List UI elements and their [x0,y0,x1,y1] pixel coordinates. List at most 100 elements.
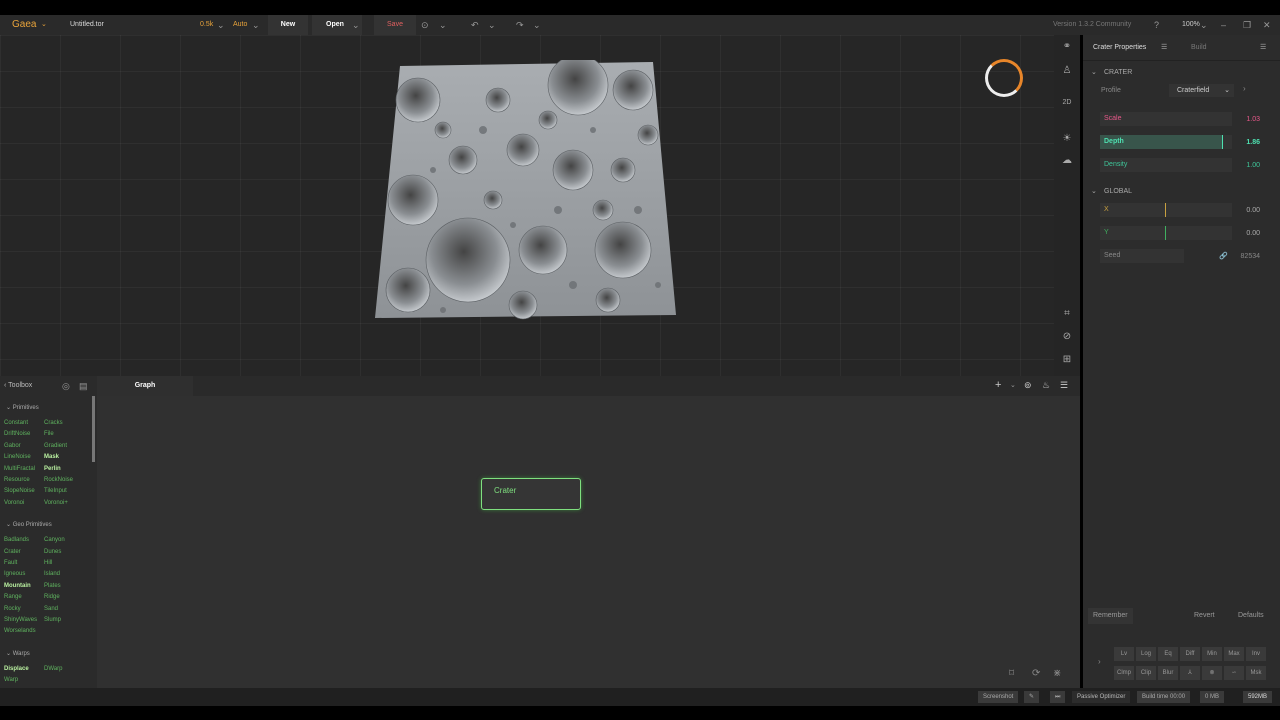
toolbox-node[interactable]: Worselands [4,628,36,634]
toolbox-node[interactable]: Canyon [44,537,65,543]
density-slider[interactable]: Density [1100,158,1232,172]
depth-value[interactable]: 1.86 [1246,139,1260,146]
toolbox-node[interactable]: Rocky [4,606,21,612]
modifier-button[interactable]: Blur [1158,666,1178,680]
toolbox-node[interactable]: Sand [44,606,58,612]
skip-icon[interactable]: ⏭ [1050,691,1066,703]
toolbox-node[interactable]: SlopeNoise [4,488,35,494]
stamp-icon[interactable]: ♙ [1054,65,1080,76]
menu-icon[interactable]: ☰ [1161,35,1167,61]
scale-value[interactable]: 1.03 [1246,116,1260,123]
chevron-down-icon[interactable]: ⌄ [352,15,360,35]
seed-field[interactable]: Seed [1100,249,1184,263]
modifier-button[interactable]: ∽ [1224,666,1244,680]
toolbox-node[interactable]: Igneous [4,571,25,577]
toolbox-node[interactable]: Mountain [4,583,31,589]
fit-view-icon[interactable]: ⌑ [1009,668,1014,679]
minimize-icon[interactable]: – [1221,15,1226,35]
toolbox-node[interactable]: Warp [4,677,18,683]
toolbox-node[interactable]: Constant [4,420,28,426]
2d-toggle[interactable]: 2D [1054,99,1080,106]
chevron-down-icon[interactable]: ⌄ [439,15,447,35]
toolbox-node[interactable]: RockNoise [44,477,73,483]
eye-icon[interactable]: ◎ [62,381,70,392]
link-icon[interactable]: ⚭ [1054,41,1080,52]
toolbox-node[interactable]: Range [4,594,22,600]
toolbox-node[interactable]: Mask [44,454,59,460]
chevron-down-icon[interactable]: ⌄ [41,15,47,35]
toolbox-node[interactable]: Badlands [4,537,29,543]
chevron-right-icon[interactable]: › [1098,657,1101,666]
modifier-button[interactable]: Log [1136,647,1156,661]
toolbox-node[interactable]: Crater [4,549,21,555]
modifier-button[interactable]: Diff [1180,647,1200,661]
depth-slider[interactable]: Depth [1100,135,1232,149]
toolbox-node[interactable]: Ridge [44,594,60,600]
3d-viewport[interactable] [0,35,1054,376]
link-icon[interactable]: 🔗 [1219,252,1228,260]
add-icon[interactable]: + [995,379,1001,391]
defaults-button[interactable]: Defaults [1233,608,1269,624]
new-button[interactable]: New [268,15,308,35]
compass-icon[interactable]: ⊘ [1054,331,1080,342]
modifier-button[interactable]: Min [1202,647,1222,661]
toolbox-node[interactable]: Gabor [4,443,21,449]
profile-select[interactable]: Craterfield ⌄ [1169,84,1234,97]
menu-icon[interactable]: ▤ [79,381,88,392]
toolbox-node[interactable]: Voronoi [4,500,24,506]
toolbox-category[interactable]: ⌄ Primitives [6,404,39,411]
close-icon[interactable]: ✕ [1263,15,1271,35]
seed-value[interactable]: 82534 [1241,253,1260,260]
remember-button[interactable]: Remember [1088,608,1133,624]
y-slider[interactable]: Y [1100,226,1232,240]
screenshot-button[interactable]: Screenshot [978,691,1019,703]
toolbox-node[interactable]: File [44,431,54,437]
toolbox-node[interactable]: Perlin [44,466,61,472]
scrollbar[interactable] [92,396,95,462]
chevron-down-icon[interactable]: ⌄ [252,15,260,35]
menu-icon[interactable]: ☰ [1260,35,1266,61]
grid-icon[interactable]: ⊞ [1054,354,1080,365]
chevron-down-icon[interactable]: ⌄ [217,15,225,35]
toolbox-node[interactable]: Gradient [44,443,67,449]
modifier-button[interactable]: ⅄ [1180,666,1200,680]
save-button[interactable]: Save [374,15,416,35]
modifier-button[interactable]: Lv [1114,647,1134,661]
revert-button[interactable]: Revert [1189,608,1220,624]
chevron-down-icon[interactable]: ⌄ [1010,381,1016,389]
help-icon[interactable]: ? [1154,15,1159,35]
toolbox-node[interactable]: Island [44,571,60,577]
tab-graph[interactable]: Graph [97,376,193,396]
scale-slider[interactable]: Scale [1100,112,1232,126]
tab-build[interactable]: Build [1191,35,1207,61]
toolbox-node[interactable]: Resource [4,477,30,483]
layout-icon[interactable]: ⋇ [1053,668,1061,679]
chevron-right-icon[interactable]: › [1243,84,1246,93]
toolbox-node[interactable]: Hill [44,560,52,566]
toolbox-header[interactable]: ‹ Toolbox [4,382,32,389]
toolbox-category[interactable]: ⌄ Warps [6,650,30,657]
app-logo[interactable]: Gaea [12,15,36,35]
passive-optimizer[interactable]: Passive Optimizer [1072,691,1131,703]
refresh-icon[interactable]: ⟳ [1032,668,1040,679]
toolbox-node[interactable]: TileInput [44,488,67,494]
redo-icon[interactable]: ↷ [516,15,524,35]
modifier-button[interactable]: Clip [1136,666,1156,680]
pencil-icon[interactable]: ✎ [1024,691,1040,703]
chevron-down-icon[interactable]: ⌄ [1200,15,1208,35]
fire-icon[interactable]: ♨ [1042,380,1050,391]
restore-icon[interactable]: ❐ [1243,15,1251,35]
modifier-button[interactable]: Inv [1246,647,1266,661]
toolbox-node[interactable]: Slump [44,617,61,623]
tab-crater-properties[interactable]: Crater Properties [1093,35,1146,61]
toolbox-node[interactable]: ShinyWaves [4,617,37,623]
modifier-button[interactable]: ⊗ [1202,666,1222,680]
undo-icon[interactable]: ↶ [471,15,479,35]
toolbox-node[interactable]: Plates [44,583,61,589]
frame-icon[interactable]: ⌗ [1054,308,1080,319]
target-icon[interactable]: ⊚ [1024,380,1032,391]
cloud-icon[interactable]: ☁ [1054,155,1080,166]
terrain-preview[interactable] [373,54,678,327]
density-value[interactable]: 1.00 [1246,162,1260,169]
zoom-select[interactable]: 100% [1182,15,1200,35]
